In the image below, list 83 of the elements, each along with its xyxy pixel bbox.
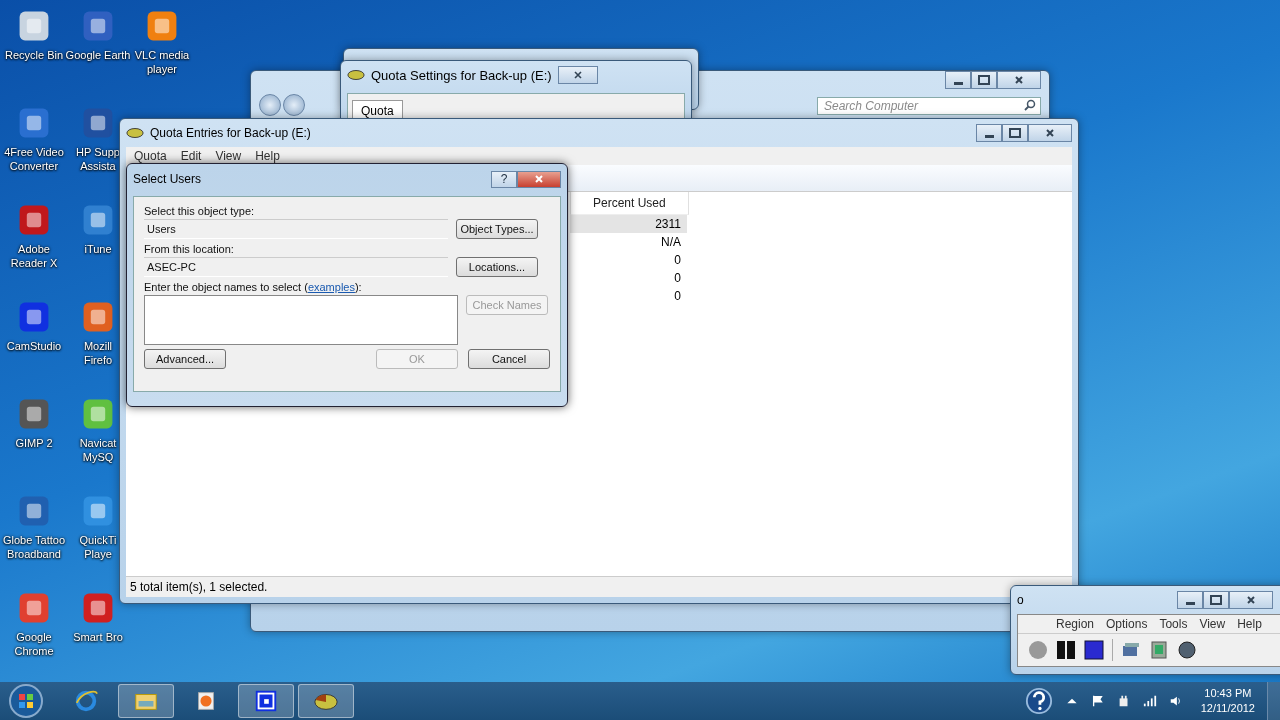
help-icon[interactable] bbox=[1024, 687, 1053, 715]
desktop-icon-label[interactable]: HP Supp Assista bbox=[76, 145, 120, 173]
object-types-button[interactable]: Object Types... bbox=[456, 219, 538, 239]
minimize-button[interactable] bbox=[976, 124, 1002, 142]
desktop-icon-label[interactable]: Navicat MySQ bbox=[79, 436, 117, 464]
screen-icon bbox=[253, 688, 279, 714]
menu-item[interactable]: Quota bbox=[134, 149, 167, 163]
close-icon bbox=[572, 70, 583, 80]
disk-icon bbox=[347, 69, 365, 81]
volume-icon[interactable] bbox=[1168, 694, 1183, 708]
minimize-button[interactable] bbox=[1177, 591, 1203, 609]
field-label: ): bbox=[354, 281, 362, 293]
picture-frame-icon[interactable] bbox=[1149, 640, 1169, 660]
globe-icon[interactable] bbox=[1177, 640, 1197, 660]
search-icon bbox=[1024, 99, 1036, 111]
desktop-icon-label[interactable]: Globe Tattoo Broadband bbox=[2, 533, 66, 561]
table-cell-text: N/A bbox=[660, 234, 682, 251]
dialog-title: Select Users bbox=[133, 172, 202, 186]
close-button[interactable] bbox=[997, 71, 1041, 89]
clock-date[interactable]: 12/11/2012 bbox=[1200, 701, 1255, 716]
record-icon[interactable] bbox=[1028, 640, 1048, 660]
menu-item[interactable]: Help bbox=[255, 149, 280, 163]
disk-icon bbox=[126, 127, 144, 139]
field-label: Enter the object names to select ( bbox=[144, 281, 308, 293]
cancel-button[interactable]: Cancel bbox=[468, 349, 550, 369]
table-cell-text: 0 bbox=[673, 288, 682, 305]
desktop-icon-label[interactable]: Recycle Bin bbox=[4, 48, 64, 62]
desktop-icon-label[interactable]: CamStudio bbox=[6, 339, 62, 353]
desktop-icon-label[interactable]: Google Earth bbox=[65, 48, 131, 62]
taskbar-button[interactable] bbox=[238, 684, 294, 718]
desktop-icon-label[interactable]: Google Chrome bbox=[14, 630, 54, 658]
clock-time[interactable]: 10:43 PM bbox=[1204, 686, 1252, 701]
desktop-icon-label[interactable]: Mozill Firefo bbox=[83, 339, 113, 367]
desktop-icon-label[interactable]: iTune bbox=[84, 242, 112, 256]
flag-icon[interactable] bbox=[1090, 694, 1105, 708]
browser-icon bbox=[73, 688, 99, 714]
minimize-button[interactable] bbox=[945, 71, 971, 89]
desktop-icon-label[interactable]: QuickTi Playe bbox=[79, 533, 117, 561]
object-names-field[interactable] bbox=[144, 295, 458, 345]
menu-item[interactable]: Options bbox=[1106, 617, 1148, 631]
pause-icon[interactable] bbox=[1056, 640, 1076, 660]
field-label: From this location: bbox=[144, 243, 235, 255]
forward-button[interactable] bbox=[283, 94, 305, 116]
help-button[interactable]: ? bbox=[491, 170, 517, 188]
location-field: ASEC-PC bbox=[144, 257, 448, 277]
status-bar: 5 total item(s), 1 selected. bbox=[126, 576, 1072, 597]
field-label: Select this object type: bbox=[144, 205, 256, 217]
desktop-icon-label[interactable]: GIMP 2 bbox=[15, 436, 53, 450]
desktop-icon-label[interactable]: VLC media player bbox=[134, 48, 190, 76]
signal-icon[interactable] bbox=[1142, 694, 1157, 708]
table-cell: 2311 bbox=[570, 215, 687, 233]
close-icon bbox=[1014, 75, 1024, 85]
close-button[interactable] bbox=[1229, 591, 1273, 609]
back-button[interactable] bbox=[259, 94, 281, 116]
locations-button[interactable]: Locations... bbox=[456, 257, 538, 277]
taskbar-button[interactable] bbox=[298, 684, 354, 718]
desktop-icon-label[interactable]: Adobe Reader X bbox=[10, 242, 58, 270]
menu-item[interactable]: Edit bbox=[180, 149, 202, 163]
close-button[interactable] bbox=[1028, 124, 1072, 142]
maximize-button[interactable] bbox=[971, 71, 997, 89]
close-icon bbox=[534, 174, 544, 184]
start-button[interactable] bbox=[8, 683, 44, 719]
stop-icon[interactable] bbox=[1084, 640, 1104, 660]
menu-item[interactable]: Tools bbox=[1159, 617, 1188, 631]
maximize-button[interactable] bbox=[1002, 124, 1028, 142]
close-icon bbox=[1246, 595, 1256, 605]
desktop-icon-label[interactable]: 4Free Video Converter bbox=[4, 145, 64, 173]
window-title: Quota Entries for Back-up (E:) bbox=[150, 126, 311, 140]
close-button[interactable] bbox=[517, 170, 561, 188]
menu-item[interactable]: View bbox=[1199, 617, 1226, 631]
table-cell-text: 0 bbox=[673, 270, 682, 287]
menu-item[interactable]: Help bbox=[1237, 617, 1262, 631]
table-cell-text: 0 bbox=[673, 252, 682, 269]
maximize-button[interactable] bbox=[1203, 591, 1229, 609]
menu-item[interactable]: View bbox=[215, 149, 242, 163]
close-button[interactable] bbox=[557, 66, 598, 84]
desktop-icon-label[interactable]: Smart Bro bbox=[73, 630, 123, 644]
search-field[interactable]: Search Computer bbox=[817, 97, 1041, 115]
advanced-button[interactable]: Advanced... bbox=[144, 349, 226, 369]
close-icon bbox=[1045, 128, 1055, 138]
window-title: Quota Settings for Back-up (E:) bbox=[371, 67, 552, 83]
menu-item[interactable]: Region bbox=[1056, 617, 1095, 631]
object-type-field: Users bbox=[144, 219, 448, 239]
